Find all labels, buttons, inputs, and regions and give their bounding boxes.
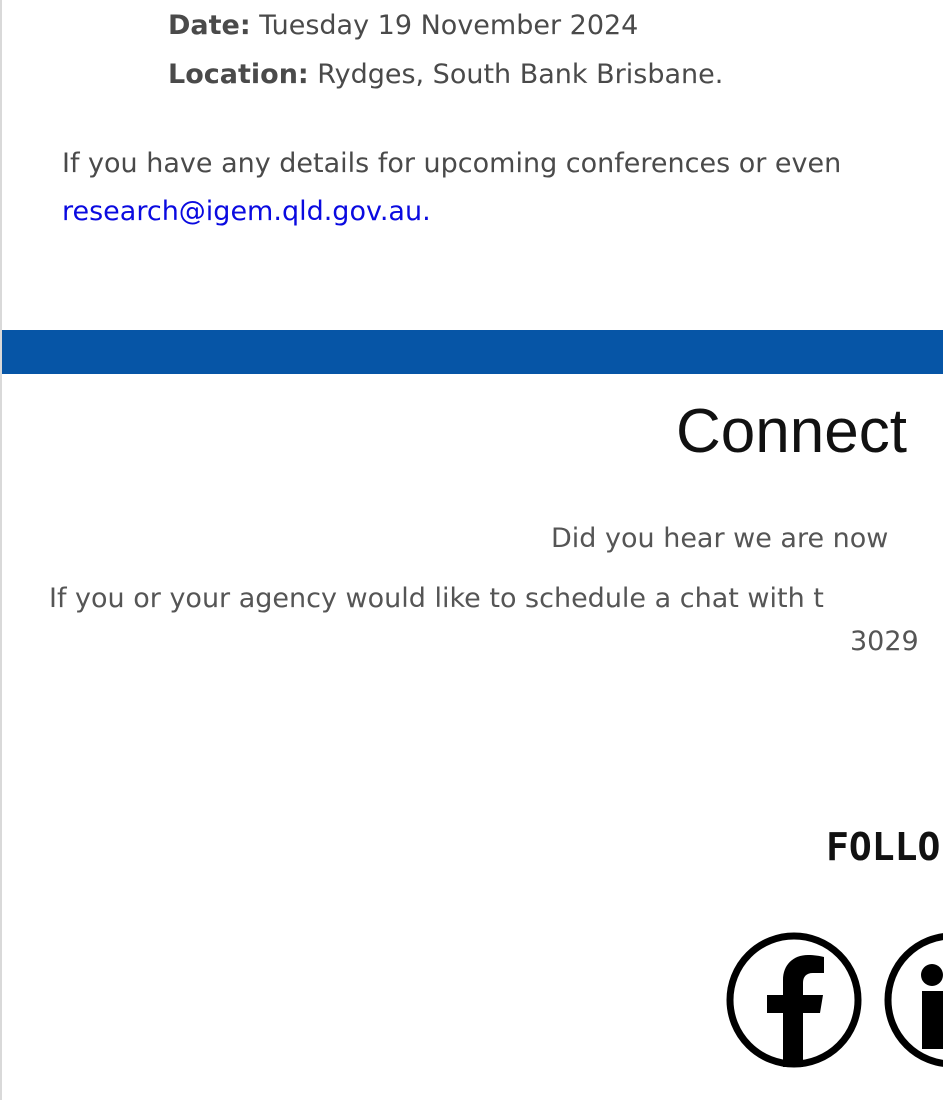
linkedin-icon[interactable] [883,925,943,1075]
contact-note-text: If you have any details for upcoming con… [62,148,842,179]
event-location-value: Rydges, South Bank Brisbane. [308,59,724,90]
follow-heading: FOLLO [826,825,941,869]
event-date-value: Tuesday 19 November 2024 [250,10,639,41]
section-banner [2,330,943,374]
event-location-label: Location: [168,59,309,90]
event-date-line: Date: Tuesday 19 November 2024 [168,6,638,46]
phone-fragment: 3029 [850,626,919,657]
hear-text: Did you hear we are now [551,523,889,554]
facebook-icon[interactable] [725,925,875,1075]
research-email-link[interactable]: research@igem.qld.gov.au. [62,196,431,227]
event-date-label: Date: [168,10,251,41]
schedule-chat-text: If you or your agency would like to sche… [49,583,824,614]
event-location-line: Location: Rydges, South Bank Brisbane. [168,55,723,95]
connect-heading: Connect [676,397,907,466]
contact-note: If you have any details for upcoming con… [62,140,841,236]
